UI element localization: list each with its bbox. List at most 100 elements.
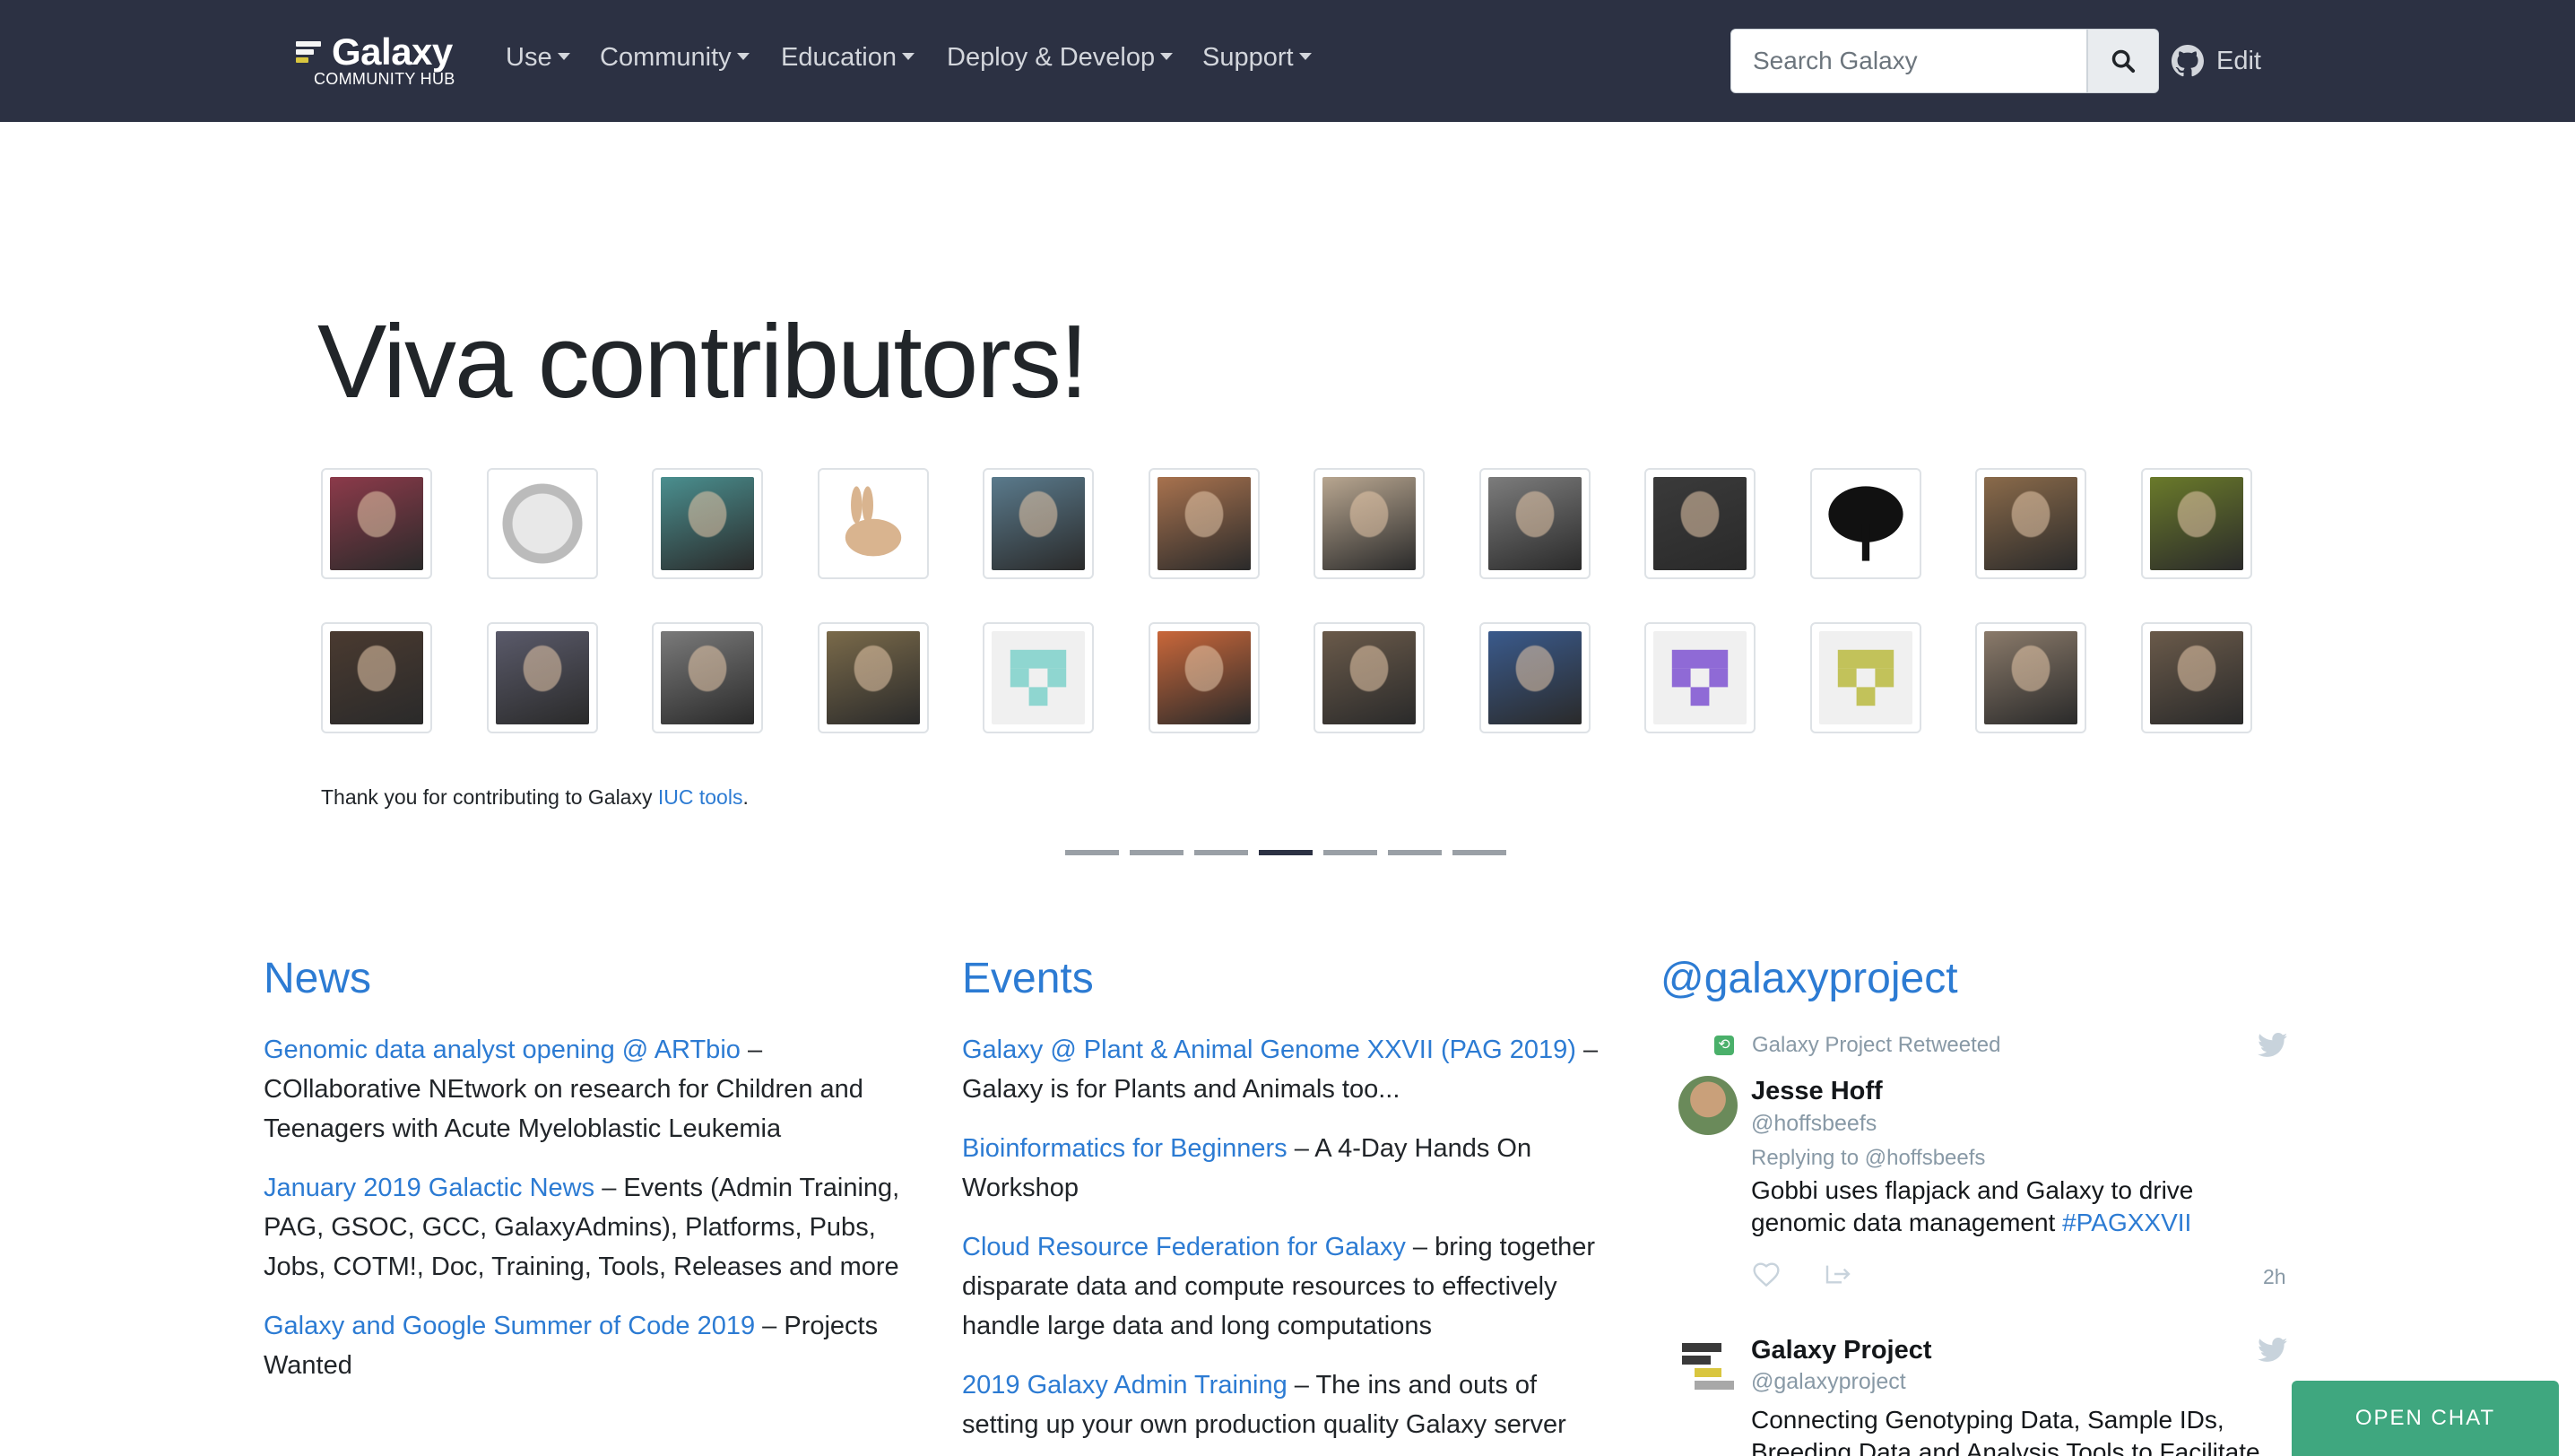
news-item-link[interactable]: Galaxy and Google Summer of Code 2019 (264, 1312, 755, 1340)
chevron-down-icon (902, 53, 915, 61)
avatar-image (330, 631, 423, 724)
tweet-text: Connecting Genotyping Data, Sample IDs, … (1751, 1406, 2260, 1456)
avatar-contributor-boat2[interactable] (1479, 622, 1591, 733)
chevron-down-icon (557, 53, 570, 61)
avatar-contributor-bw[interactable] (1644, 468, 1756, 579)
tweet-author-handle[interactable]: @hoffsbeefs (1751, 1111, 1877, 1137)
avatar-contributor-cat[interactable] (1479, 468, 1591, 579)
avatar-image (1819, 631, 1912, 724)
avatar-image (1157, 631, 1251, 724)
avatar-contributor-identicon-olive[interactable] (1810, 622, 1921, 733)
search-button[interactable] (2087, 29, 2159, 93)
event-item-link[interactable]: 2019 Galaxy Admin Training (962, 1371, 1288, 1400)
carousel-indicator-7[interactable] (1452, 850, 1506, 855)
jesse-hoff-avatar[interactable] (1678, 1076, 1738, 1135)
avatar-image (827, 631, 920, 724)
event-item: Cloud Resource Federation for Galaxy – b… (962, 1227, 1608, 1346)
avatar-contributor-cartoon[interactable] (1149, 622, 1260, 733)
carousel-indicator-5[interactable] (1323, 850, 1377, 855)
avatar-image (661, 477, 754, 570)
news-item-link[interactable]: Genomic data analyst opening @ ARTbio (264, 1036, 741, 1064)
avatar-image (827, 477, 920, 570)
search-icon (2111, 49, 2136, 74)
search-input[interactable] (1730, 29, 2087, 93)
avatar-contributor-older[interactable] (818, 622, 929, 733)
carousel-indicator-3[interactable] (1194, 850, 1248, 855)
twitter-bird-icon[interactable] (2258, 1033, 2288, 1058)
tweet-reply-to: Replying to @hoffsbeefs (1751, 1146, 1986, 1170)
share-icon[interactable] (1824, 1261, 1852, 1287)
avatar-contributor-identicon-purple[interactable] (1644, 622, 1756, 733)
iuc-tools-link[interactable]: IUC tools (658, 785, 743, 809)
avatar-image (1488, 477, 1582, 570)
nav-use-label: Use (506, 43, 552, 72)
like-heart-icon[interactable] (1752, 1261, 1781, 1287)
avatar-contributor-man[interactable] (1314, 468, 1425, 579)
thanks-prefix: Thank you for contributing to Galaxy (321, 785, 658, 809)
avatar-image (1984, 631, 2077, 724)
chevron-down-icon (736, 53, 750, 61)
carousel-indicator-4[interactable] (1259, 850, 1313, 855)
carousel-indicator-6[interactable] (1388, 850, 1442, 855)
nav-deploy-label: Deploy & Develop (947, 43, 1156, 72)
avatar-contributor-dark[interactable] (321, 622, 432, 733)
brand-logo-link[interactable]: Galaxy COMMUNITY HUB (292, 30, 472, 91)
event-item: Galaxy @ Plant & Animal Genome XXVII (PA… (962, 1030, 1608, 1109)
edit-label: Edit (2216, 46, 2261, 75)
nav-community-label: Community (600, 43, 732, 72)
nav-education[interactable]: Education (781, 43, 915, 73)
carousel-indicators (1065, 850, 1506, 857)
nav-community[interactable]: Community (600, 43, 750, 73)
brand-title: Galaxy (332, 30, 453, 73)
nav-use[interactable]: Use (506, 43, 570, 73)
avatar-contributor-rabbit[interactable] (818, 468, 929, 579)
avatar-contributor-sketch[interactable] (487, 468, 598, 579)
avatar-contributor-glasses[interactable] (1975, 468, 2086, 579)
avatar-image (1157, 477, 1251, 570)
twitter-heading[interactable]: @galaxyproject (1660, 954, 2306, 1003)
galaxy-logo-icon (1682, 1343, 1734, 1390)
hashtag-link[interactable]: #PAGXXVII (2062, 1209, 2191, 1236)
carousel-indicator-1[interactable] (1065, 850, 1119, 855)
tweet-timestamp[interactable]: 2h (2263, 1265, 2286, 1289)
nav-support[interactable]: Support (1202, 43, 1312, 73)
avatar-image (1653, 631, 1747, 724)
avatar-contributor-toy[interactable] (2141, 468, 2252, 579)
tweet-author-name[interactable]: Jesse Hoff (1751, 1077, 1883, 1106)
news-column: News Genomic data analyst opening @ ARTb… (264, 954, 909, 1405)
event-item-link[interactable]: Cloud Resource Federation for Galaxy (962, 1233, 1406, 1261)
news-item: January 2019 Galactic News – Events (Adm… (264, 1168, 909, 1287)
avatar-contributor-beard[interactable] (1975, 622, 2086, 733)
brand-subtitle: COMMUNITY HUB (314, 70, 455, 88)
tweet-author-handle[interactable]: @galaxyproject (1751, 1369, 1906, 1395)
avatar-image (992, 477, 1085, 570)
avatar-image (992, 631, 1085, 724)
avatar-contributor-office[interactable] (652, 622, 763, 733)
twitter-bird-icon[interactable] (2258, 1338, 2288, 1363)
galaxy-project-avatar[interactable] (1678, 1336, 1738, 1395)
avatar-image (1984, 477, 2077, 570)
avatar-contributor-woman[interactable] (1149, 468, 1260, 579)
avatar-contributor-chalkboard[interactable] (487, 622, 598, 733)
edit-on-github-link[interactable]: Edit (2172, 39, 2261, 82)
avatar-contributor-outdoor[interactable] (2141, 622, 2252, 733)
carousel-indicator-2[interactable] (1130, 850, 1183, 855)
nav-deploy-develop[interactable]: Deploy & Develop (947, 43, 1174, 73)
avatar-contributor-boat[interactable] (983, 468, 1094, 579)
event-item-link[interactable]: Bioinformatics for Beginners (962, 1134, 1288, 1163)
avatar-contributor-flower[interactable] (321, 468, 432, 579)
avatar-contributor-portrait[interactable] (652, 468, 763, 579)
avatar-contributor-identicon-teal[interactable] (983, 622, 1094, 733)
tweet-text: Gobbi uses flapjack and Galaxy to drive … (1751, 1174, 2289, 1239)
avatar-contributor-tree[interactable] (1810, 468, 1921, 579)
avatar-contributor-smile[interactable] (1314, 622, 1425, 733)
avatar-image (330, 477, 423, 570)
news-heading: News (264, 955, 372, 1002)
event-item-link[interactable]: Galaxy @ Plant & Animal Genome XXVII (PA… (962, 1036, 1576, 1064)
open-chat-button[interactable]: OPEN CHAT (2292, 1381, 2559, 1456)
chevron-down-icon (1298, 53, 1312, 61)
news-item-link[interactable]: January 2019 Galactic News (264, 1174, 594, 1202)
retweet-icon: ⟲ (1714, 1036, 1734, 1055)
top-navbar: Galaxy COMMUNITY HUB Use Community Educa… (0, 0, 2575, 122)
tweet-author-name[interactable]: Galaxy Project (1751, 1336, 1932, 1365)
